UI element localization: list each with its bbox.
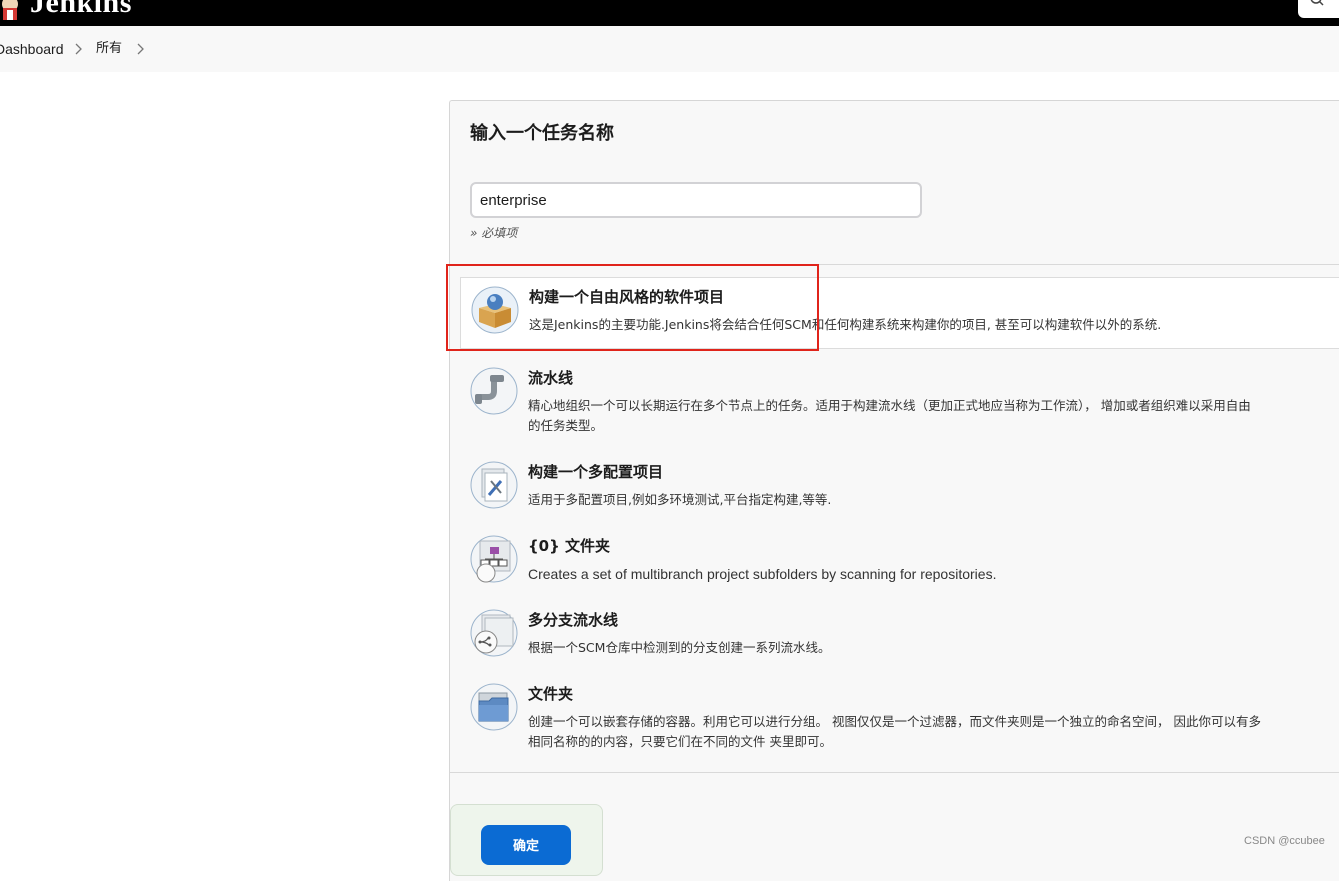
- job-type-label: {0} 文件夹: [528, 537, 611, 555]
- description-line: 精心地组织一个可以长期运行在多个节点上的任务。适用于构建流水线（更加正式地应当称…: [528, 398, 1251, 413]
- search-icon: [1310, 0, 1324, 6]
- job-type-folder[interactable]: 文件夹 创建一个可以嵌套存储的容器。利用它可以进行分组。 视图仅仅是一个过滤器，…: [460, 675, 1339, 759]
- selection-highlight-box: [446, 264, 819, 351]
- jenkins-logo-text[interactable]: Jenkins: [30, 0, 132, 20]
- chevron-right-icon: [75, 43, 82, 55]
- breadcrumb: Dashboard 所有: [0, 26, 1339, 72]
- job-type-pipeline[interactable]: 流水线 精心地组织一个可以长期运行在多个节点上的任务。适用于构建流水线（更加正式…: [460, 359, 1339, 443]
- job-type-multibranch[interactable]: 多分支流水线 根据一个SCM仓库中检测到的分支创建一系列流水线。: [460, 601, 1339, 665]
- item-name-input[interactable]: [470, 182, 922, 218]
- description-line: 创建一个可以嵌套存储的容器。利用它可以进行分组。 视图仅仅是一个过滤器，而文件夹…: [528, 714, 1261, 729]
- job-type-description: 精心地组织一个可以长期运行在多个节点上的任务。适用于构建流水线（更加正式地应当称…: [528, 396, 1339, 436]
- button-bar: 确定: [450, 804, 603, 876]
- ok-button[interactable]: 确定: [481, 825, 571, 865]
- watermark: CSDN @ccubee: [1244, 835, 1325, 847]
- pipeline-icon: [470, 367, 518, 415]
- search-box[interactable]: [1298, 0, 1339, 18]
- jenkins-logo-icon[interactable]: [0, 0, 20, 20]
- breadcrumb-dashboard[interactable]: Dashboard: [0, 40, 64, 58]
- divider: [450, 772, 1339, 773]
- required-hint: » 必填项: [470, 226, 518, 240]
- job-type-organization-folder[interactable]: {0} 文件夹 Creates a set of multibranch pro…: [460, 527, 1339, 591]
- job-type-description: Creates a set of multibranch project sub…: [528, 564, 1339, 584]
- job-type-description: 根据一个SCM仓库中检测到的分支创建一系列流水线。: [528, 638, 1339, 658]
- job-type-label: 构建一个多配置项目: [528, 463, 664, 481]
- chevron-right-icon[interactable]: [135, 42, 145, 56]
- job-type-label: 多分支流水线: [528, 611, 619, 629]
- multibranch-icon: [470, 609, 518, 657]
- job-type-label: 流水线: [528, 369, 574, 387]
- job-type-description: 适用于多配置项目,例如多环境测试,平台指定构建,等等.: [528, 490, 1339, 510]
- description-line: 相同名称的的内容，只要它们在不同的文件 夹里即可。: [528, 734, 832, 749]
- top-header: Jenkins: [0, 0, 1339, 26]
- multi-config-icon: [470, 461, 518, 509]
- job-type-description: 创建一个可以嵌套存储的容器。利用它可以进行分组。 视图仅仅是一个过滤器，而文件夹…: [528, 712, 1339, 752]
- page-title: 输入一个任务名称: [470, 123, 614, 144]
- job-type-label: 文件夹: [528, 685, 574, 703]
- job-type-multi-config[interactable]: 构建一个多配置项目 适用于多配置项目,例如多环境测试,平台指定构建,等等.: [460, 453, 1339, 517]
- description-line: 适用于多配置项目,例如多环境测试,平台指定构建,等等.: [528, 492, 832, 507]
- new-item-panel: 输入一个任务名称 » 必填项 构建一个自由风格的软件项目 这是Jenkins的主…: [449, 100, 1339, 881]
- description-line: Creates a set of multibranch project sub…: [528, 566, 997, 582]
- org-folder-icon: [470, 535, 518, 583]
- description-line: 根据一个SCM仓库中检测到的分支创建一系列流水线。: [528, 640, 831, 655]
- breadcrumb-all[interactable]: 所有: [96, 40, 122, 58]
- description-line: 的任务类型。: [528, 418, 604, 433]
- folder-icon: [470, 683, 518, 731]
